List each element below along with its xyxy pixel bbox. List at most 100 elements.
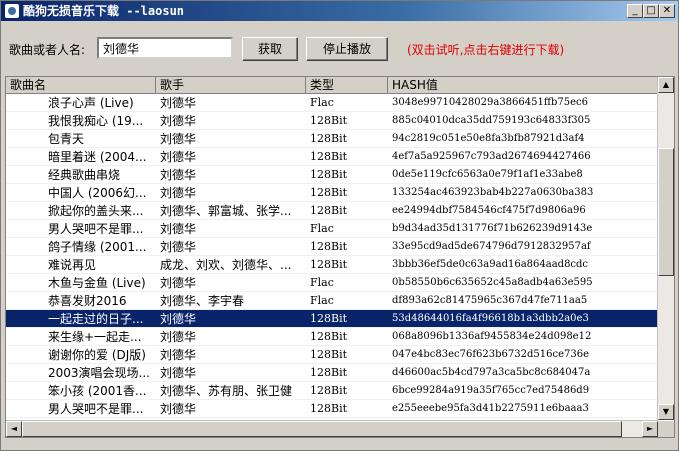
hash-cell: 4ef7a5a925967c793ad2674694427466 (392, 151, 591, 162)
horizontal-scroll-thumb[interactable] (22, 421, 622, 437)
horizontal-scrollbar[interactable]: ◄ ► (6, 420, 658, 437)
type-cell: 128Bit (310, 348, 348, 361)
table-row[interactable]: 来生缘+一起走... 刘德华 128Bit 068a8096b1336af945583… (6, 328, 658, 346)
table-row[interactable]: 男人哭吧不是罪... 刘德华 128Bit e255eeebe95fa3d41b227… (6, 400, 658, 418)
type-cell: 128Bit (310, 132, 348, 145)
song-name-cell: 鸽子情缘 (2001... (48, 240, 147, 254)
artist-cell: 刘德华 (160, 348, 197, 362)
title-bar[interactable]: 酷狗无损音乐下载 --laosun _ □ ✕ (1, 1, 678, 21)
hash-cell: 133254ac463923bab4b227a0630ba383 (392, 187, 594, 198)
table-row[interactable]: 谢谢你的爱 (DJ版) 刘德华 128Bit 047e4bc83ec76f623b67… (6, 346, 658, 364)
artist-cell: 刘德华 (160, 150, 197, 164)
artist-cell: 刘德华、郭富城、张学... (160, 204, 292, 218)
scroll-left-icon[interactable]: ◄ (6, 421, 22, 437)
table-row[interactable]: 一起走过的日子... 刘德华 128Bit 53d48644016fa4f96618b… (6, 310, 658, 328)
type-cell: 128Bit (310, 168, 348, 181)
type-cell: 128Bit (310, 204, 348, 217)
type-cell: Flac (310, 96, 334, 109)
hash-cell: 3bbb36ef5de0c63a9ad16a864aad8cdc (392, 259, 589, 270)
type-cell: 128Bit (310, 150, 348, 163)
table-row[interactable]: 恭喜发财2016 刘德华、李宇春 Flac df893a62c81475965c367… (6, 292, 658, 310)
vertical-scrollbar[interactable]: ▲ ▼ (657, 77, 674, 420)
table-row[interactable]: 2003演唱会现场... 刘德华 128Bit d46600ac5b4cd797a3c… (6, 364, 658, 382)
hash-cell: 0b58550b6c635652c45a8adb4a63e595 (392, 277, 593, 288)
maximize-button[interactable]: □ (643, 4, 659, 18)
song-name-cell: 男人哭吧不是罪... (48, 402, 144, 416)
table-row[interactable]: 笨小孩 (2001香... 刘德华、苏有朋、张卫健 128Bit 6bce99284a… (6, 382, 658, 400)
artist-cell: 刘德华 (160, 240, 197, 254)
search-label: 歌曲或者人名: (9, 43, 86, 57)
hash-cell: 94c2819c051e50e8fa3bfb87921d3af4 (392, 133, 585, 144)
artist-cell: 刘德华 (160, 330, 197, 344)
hash-cell: d46600ac5b4cd797a3ca5bc8c684047a (392, 367, 591, 378)
artist-cell: 刘德华 (160, 168, 197, 182)
table-row[interactable]: 掀起你的盖头来... 刘德华、郭富城、张学... 128Bit ee24994dbf7… (6, 202, 658, 220)
table-row[interactable]: 难说再见 成龙、刘欢、刘德华、... 128Bit 3bbb36ef5de0c63a9… (6, 256, 658, 274)
song-name-cell: 中国人 (2006幻... (48, 186, 147, 200)
column-header-song[interactable]: 歌曲名 (6, 77, 156, 94)
type-cell: Flac (310, 294, 334, 307)
hash-cell: 3048e99710428029a3866451ffb75ec6 (392, 97, 588, 108)
artist-cell: 刘德华 (160, 366, 197, 380)
song-list-table[interactable]: 歌曲名 歌手 类型 HASH值 浪子心声 (Live) 刘德华 Flac 3048e9… (5, 76, 675, 438)
table-row[interactable]: 暗里着迷 (2004... 刘德华 128Bit 4ef7a5a925967c793a… (6, 148, 658, 166)
song-name-cell: 谢谢你的爱 (DJ版) (48, 348, 146, 362)
song-name-cell: 经典歌曲串烧 (48, 168, 121, 182)
song-name-cell: 掀起你的盖头来... (48, 204, 144, 218)
stop-playback-button[interactable]: 停止播放 (306, 37, 388, 61)
type-cell: Flac (310, 222, 334, 235)
search-input[interactable] (97, 37, 233, 59)
song-name-cell: 2003演唱会现场... (48, 366, 150, 380)
table-row[interactable]: 我恨我痴心 (19... 刘德华 128Bit 885c04010dca35dd759… (6, 112, 658, 130)
hash-cell: df893a62c81475965c367d47fe711aa5 (392, 295, 588, 306)
minimize-button[interactable]: _ (627, 4, 643, 18)
song-name-cell: 木鱼与金鱼 (Live) (48, 276, 146, 290)
type-cell: 128Bit (310, 186, 348, 199)
scroll-down-icon[interactable]: ▼ (658, 404, 674, 420)
vertical-scroll-thumb[interactable] (658, 148, 674, 276)
scroll-corner (658, 421, 674, 437)
artist-cell: 刘德华 (160, 186, 197, 200)
artist-cell: 成龙、刘欢、刘德华、... (160, 258, 292, 272)
type-cell: 128Bit (310, 384, 348, 397)
scroll-up-icon[interactable]: ▲ (658, 77, 674, 93)
close-button[interactable]: ✕ (659, 4, 675, 18)
hash-cell: e255eeebe95fa3d41b2275911e6baaa3 (392, 403, 589, 414)
table-row[interactable]: 中国人 (2006幻... 刘德华 128Bit 133254ac463923bab4… (6, 184, 658, 202)
type-cell: 128Bit (310, 402, 348, 415)
artist-cell: 刘德华 (160, 222, 197, 236)
hash-cell: 047e4bc83ec76f623b6732d516ce736e (392, 349, 589, 360)
hash-cell: 885c04010dca35dd759193c64833f305 (392, 115, 591, 126)
scroll-right-icon[interactable]: ► (642, 421, 658, 437)
window-title: 酷狗无损音乐下载 --laosun (23, 4, 185, 18)
hash-cell: 068a8096b1336af9455834e24d098e12 (392, 331, 592, 342)
app-icon (5, 4, 19, 18)
type-cell: 128Bit (310, 114, 348, 127)
table-row[interactable]: 男人哭吧不是罪... 刘德华 Flac b9d34ad35d131776f71b626… (6, 220, 658, 238)
column-header-hash[interactable]: HASH值 (388, 77, 658, 94)
song-name-cell: 恭喜发财2016 (48, 294, 127, 308)
song-name-cell: 笨小孩 (2001香... (48, 384, 147, 398)
hash-cell: 53d48644016fa4f96618b1a3dbb2a0e3 (392, 313, 589, 324)
type-cell: 128Bit (310, 312, 348, 325)
hash-cell: 0de5e119cfc6563a0e79f1af1e33abe8 (392, 169, 583, 180)
song-name-cell: 浪子心声 (Live) (48, 96, 134, 110)
hash-cell: 6bce99284a919a35f765cc7ed75486d9 (392, 385, 590, 396)
table-row[interactable]: 浪子心声 (Live) 刘德华 Flac 3048e99710428029a38664… (6, 94, 658, 112)
type-cell: Flac (310, 276, 334, 289)
hash-cell: 33e95cd9ad5de674796d7912832957af (392, 241, 591, 252)
get-button[interactable]: 获取 (242, 37, 298, 61)
table-row[interactable]: 鸽子情缘 (2001... 刘德华 128Bit 33e95cd9ad5de67479… (6, 238, 658, 256)
column-header-type[interactable]: 类型 (306, 77, 388, 94)
artist-cell: 刘德华 (160, 312, 197, 326)
song-name-cell: 男人哭吧不是罪... (48, 222, 144, 236)
type-cell: 128Bit (310, 240, 348, 253)
table-row[interactable]: 经典歌曲串烧 刘德华 128Bit 0de5e119cfc6563a0e79f1af1… (6, 166, 658, 184)
table-row[interactable]: 木鱼与金鱼 (Live) 刘德华 Flac 0b58550b6c635652c45a8… (6, 274, 658, 292)
hash-cell: ee24994dbf7584546cf475f7d9806a96 (392, 205, 586, 216)
song-name-cell: 我恨我痴心 (19... (48, 114, 144, 128)
table-row[interactable]: 包青天 刘德华 128Bit 94c2819c051e50e8fa3bfb87921d… (6, 130, 658, 148)
usage-hint: (双击试听,点击右键进行下载) (407, 43, 565, 57)
artist-cell: 刘德华 (160, 276, 197, 290)
column-header-artist[interactable]: 歌手 (156, 77, 306, 94)
